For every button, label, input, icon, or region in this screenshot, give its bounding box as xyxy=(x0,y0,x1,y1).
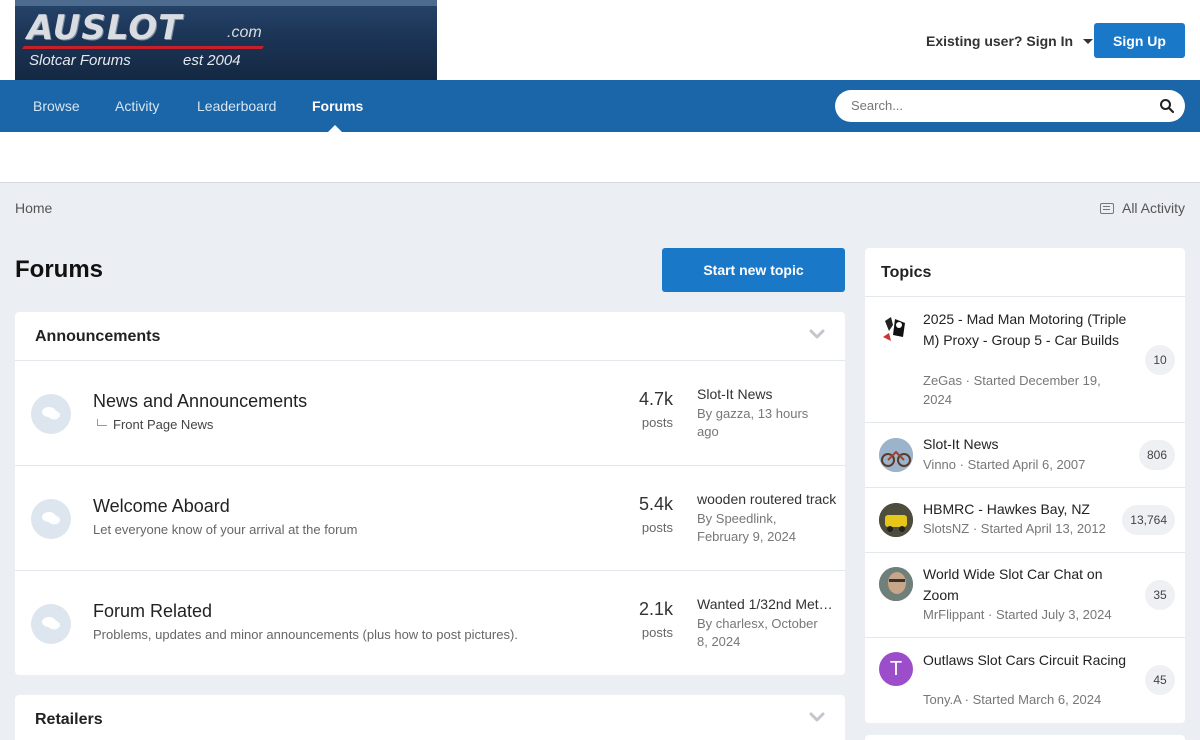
collapse-chevron-icon[interactable] xyxy=(809,711,825,725)
subforum-label: Front Page News xyxy=(113,417,214,432)
logo-tagline: Slotcar Forums xyxy=(29,52,131,69)
topic-item: 2025 - Mad Man Motoring (Triple M) Proxy… xyxy=(865,297,1185,423)
logo-wordmark: AUSLOT xyxy=(27,8,183,48)
avatar[interactable] xyxy=(879,567,913,601)
topic-title[interactable]: Outlaws Slot Cars Circuit Racing xyxy=(923,650,1133,671)
logo-est: est 2004 xyxy=(183,52,241,69)
category-title[interactable]: Retailers xyxy=(35,711,103,729)
logo-swoosh xyxy=(22,46,264,49)
subforum-link[interactable]: Front Page News xyxy=(93,417,213,432)
forum-title[interactable]: News and Announcements xyxy=(93,391,307,412)
site-logo[interactable]: AUSLOT .com Slotcar Forums est 2004 xyxy=(15,0,437,80)
forum-title[interactable]: Welcome Aboard xyxy=(93,496,230,517)
topic-meta: Vinno · Started April 6, 2007 xyxy=(923,457,1086,472)
all-activity-label: All Activity xyxy=(1121,200,1185,216)
posts-label: posts xyxy=(641,625,673,640)
topic-title[interactable]: Slot-It News xyxy=(923,434,1133,455)
forum-row: News and Announcements Front Page News 4… xyxy=(15,361,845,466)
logo-top-bar xyxy=(15,0,437,6)
topic-item: T Outlaws Slot Cars Circuit Racing Tony.… xyxy=(865,638,1185,723)
topic-title[interactable]: 2025 - Mad Man Motoring (Triple M) Proxy… xyxy=(923,309,1133,350)
reply-count-badge: 13,764 xyxy=(1122,505,1175,535)
search-box[interactable]: Search... xyxy=(835,90,1185,122)
post-count: 5.4k xyxy=(638,494,673,514)
topic-title[interactable]: HBMRC - Hawkes Bay, NZ xyxy=(923,499,1133,520)
last-post-title[interactable]: Slot-It News xyxy=(697,386,837,402)
forum-chat-icon xyxy=(31,394,71,434)
last-post-meta: By charlesx, October 8, 2024 xyxy=(697,616,818,649)
forum-chat-icon xyxy=(31,604,71,644)
avatar[interactable] xyxy=(879,503,913,537)
topic-meta: Tony.A · Started March 6, 2024 xyxy=(923,692,1102,707)
next-widget-edge xyxy=(865,735,1185,740)
topic-meta: SlotsNZ · Started April 13, 2012 xyxy=(923,521,1106,536)
activity-stream-icon xyxy=(1099,202,1114,214)
sign-in-label: Existing user? Sign In xyxy=(926,33,1074,49)
posts-label: posts xyxy=(641,415,673,430)
reply-count-badge: 45 xyxy=(1145,665,1175,695)
forum-title[interactable]: Forum Related xyxy=(93,601,212,622)
start-new-topic-button[interactable]: Start new topic xyxy=(662,248,845,292)
search-icon[interactable] xyxy=(1159,98,1175,114)
nav-browse[interactable]: Browse xyxy=(33,80,80,132)
category-retailers: Retailers xyxy=(15,695,845,740)
logo-dotcom: .com xyxy=(227,24,262,41)
active-nav-pointer xyxy=(328,125,342,132)
forum-description: Problems, updates and minor announcement… xyxy=(93,627,518,642)
reply-count-badge: 35 xyxy=(1145,580,1175,610)
forum-description: Let everyone know of your arrival at the… xyxy=(93,522,358,537)
category-title[interactable]: Announcements xyxy=(35,328,160,346)
forum-chat-icon xyxy=(31,499,71,539)
topic-meta: MrFlippant · Started July 3, 2024 xyxy=(923,607,1112,622)
topic-item: World Wide Slot Car Chat on Zoom MrFlipp… xyxy=(865,553,1185,638)
post-count: 4.7k xyxy=(638,389,673,409)
site-header: AUSLOT .com Slotcar Forums est 2004 Exis… xyxy=(0,0,1200,80)
collapse-chevron-icon[interactable] xyxy=(809,328,825,342)
nav-leaderboard[interactable]: Leaderboard xyxy=(197,80,276,132)
topic-item: HBMRC - Hawkes Bay, NZ SlotsNZ · Started… xyxy=(865,488,1185,553)
breadcrumb-home[interactable]: Home xyxy=(15,200,52,216)
caret-down-icon xyxy=(1083,38,1094,44)
page-title: Forums xyxy=(15,256,104,283)
forum-row: Forum Related Problems, updates and mino… xyxy=(15,571,845,676)
topic-title[interactable]: World Wide Slot Car Chat on Zoom xyxy=(923,564,1133,605)
topics-widget: Topics 2025 - Mad Man Motoring (Triple M… xyxy=(865,248,1185,723)
avatar[interactable] xyxy=(879,311,913,345)
posts-label: posts xyxy=(641,520,673,535)
nav-activity[interactable]: Activity xyxy=(115,80,159,132)
topic-meta: ZeGas · Started December 19, 2024 xyxy=(923,373,1101,407)
category-announcements: Announcements News and Announcements Fro… xyxy=(15,312,845,675)
reply-count-badge: 806 xyxy=(1138,440,1175,470)
subforum-branch-icon xyxy=(97,419,107,426)
forum-row: Welcome Aboard Let everyone know of your… xyxy=(15,466,845,571)
avatar[interactable]: T xyxy=(879,652,913,686)
search-input[interactable]: Search... xyxy=(851,98,903,113)
last-post-meta: By Speedlink, February 9, 2024 xyxy=(697,511,797,544)
widget-title: Topics xyxy=(881,264,932,281)
header-strip xyxy=(0,132,1200,183)
post-count: 2.1k xyxy=(638,599,673,619)
reply-count-badge: 10 xyxy=(1145,345,1175,375)
last-post-title[interactable]: Wanted 1/32nd Metal... xyxy=(697,596,837,612)
last-post-title[interactable]: wooden routered track xyxy=(697,491,837,507)
sign-up-button[interactable]: Sign Up xyxy=(1094,23,1185,58)
sign-in-menu[interactable]: Existing user? Sign In xyxy=(926,33,1094,49)
all-activity-link[interactable]: All Activity xyxy=(1099,200,1185,216)
avatar[interactable] xyxy=(879,438,913,472)
category-header: Announcements xyxy=(15,312,845,361)
topic-item: Slot-It News Vinno · Started April 6, 20… xyxy=(865,423,1185,488)
last-post-meta: By gazza, 13 hours ago xyxy=(697,406,809,439)
